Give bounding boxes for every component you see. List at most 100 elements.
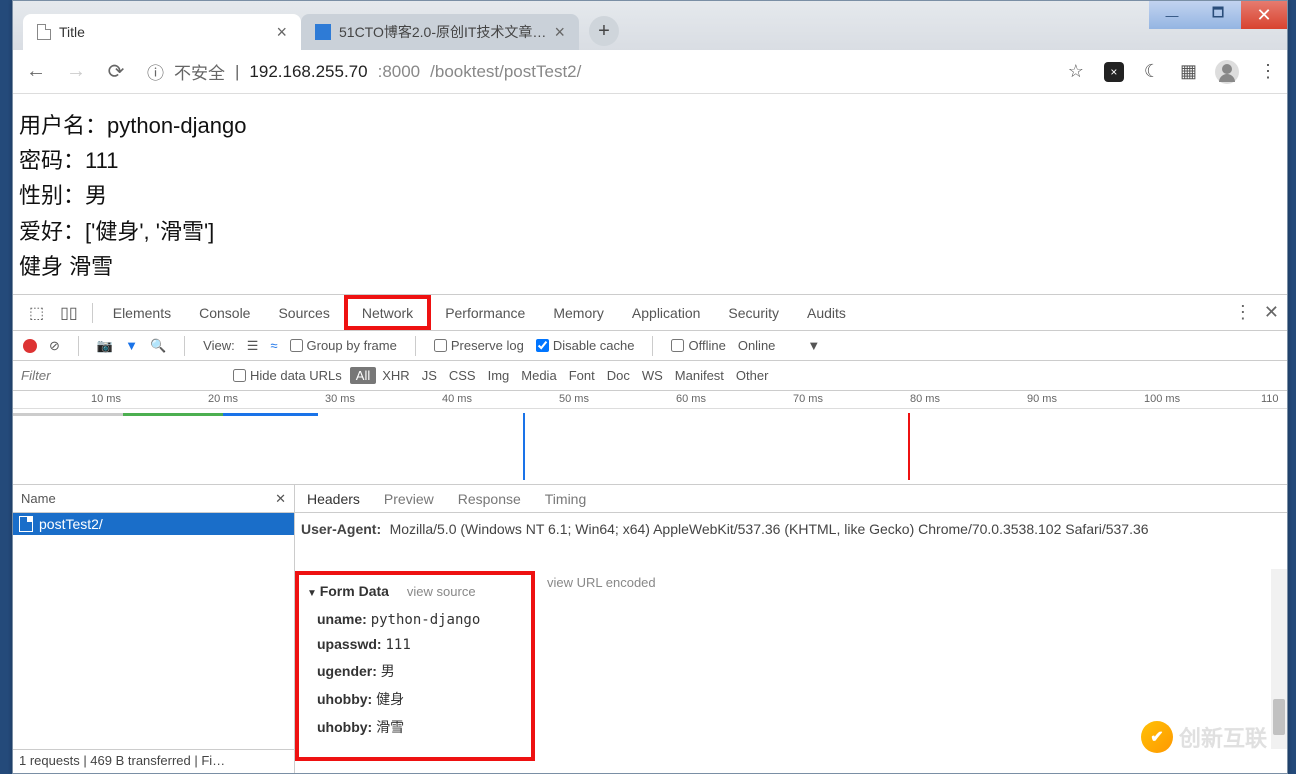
profile-icon[interactable] bbox=[1215, 60, 1239, 84]
tick: 80 ms bbox=[910, 393, 940, 405]
tab-console[interactable]: Console bbox=[185, 295, 264, 330]
tab-memory[interactable]: Memory bbox=[539, 295, 618, 330]
browser-tab-active[interactable]: Title × bbox=[23, 14, 301, 50]
offline-checkbox[interactable]: Offline bbox=[671, 338, 725, 353]
close-icon[interactable]: × bbox=[276, 22, 287, 43]
list-header: Name ✕ bbox=[13, 485, 294, 513]
extension-icon[interactable]: ☾ bbox=[1144, 61, 1160, 82]
inspect-icon[interactable]: ⬚ bbox=[21, 303, 52, 323]
filter-type-all[interactable]: All bbox=[350, 367, 376, 384]
view-source-link[interactable]: view source bbox=[407, 584, 476, 599]
tab-strip: Title × 51CTO博客2.0-原创IT技术文章… × + bbox=[13, 1, 619, 50]
tab-response[interactable]: Response bbox=[458, 491, 521, 507]
tab-title: Title bbox=[59, 24, 85, 40]
maximize-button[interactable]: 🗖 bbox=[1195, 1, 1241, 29]
view-label: View: bbox=[203, 338, 235, 353]
user-agent-row: User-Agent: Mozilla/5.0 (Windows NT 6.1;… bbox=[295, 513, 1287, 547]
network-split: Name ✕ postTest2/ 1 requests | 469 B tra… bbox=[13, 485, 1287, 773]
tab-performance[interactable]: Performance bbox=[431, 295, 539, 330]
tick: 40 ms bbox=[442, 393, 472, 405]
url-path: /booktest/postTest2/ bbox=[430, 62, 581, 82]
flow-view-icon[interactable]: ≈ bbox=[270, 338, 277, 353]
content-line: 密码：111 bbox=[19, 143, 1281, 178]
timeline[interactable] bbox=[13, 409, 1287, 485]
tab-elements[interactable]: Elements bbox=[99, 295, 185, 330]
hide-urls-checkbox[interactable]: Hide data URLs bbox=[233, 368, 342, 383]
record-button[interactable] bbox=[23, 339, 37, 353]
url-field[interactable]: ⓘ 不安全 | 192.168.255.70:8000/booktest/pos… bbox=[143, 59, 1054, 84]
group-checkbox[interactable]: Group by frame bbox=[290, 338, 397, 353]
detail-tabs: Headers Preview Response Timing bbox=[295, 485, 1287, 513]
tab-timing[interactable]: Timing bbox=[545, 491, 587, 507]
filter-input[interactable] bbox=[13, 361, 233, 390]
detail-body: User-Agent: Mozilla/5.0 (Windows NT 6.1;… bbox=[295, 513, 1287, 773]
bookmark-icon[interactable]: ☆ bbox=[1068, 61, 1084, 82]
back-button[interactable]: ← bbox=[23, 60, 49, 83]
url-port: :8000 bbox=[378, 62, 421, 82]
window-close-button[interactable]: ✕ bbox=[1241, 1, 1287, 29]
minimize-button[interactable]: — bbox=[1149, 1, 1195, 29]
camera-icon[interactable]: 📷 bbox=[97, 338, 113, 354]
chevron-down-icon[interactable]: ▼ bbox=[807, 338, 820, 353]
close-icon[interactable]: ✕ bbox=[275, 491, 286, 507]
tab-audits[interactable]: Audits bbox=[793, 295, 860, 330]
clear-icon[interactable]: ⊘ bbox=[49, 338, 60, 354]
content-line: 用户名：python-django bbox=[19, 108, 1281, 143]
extension-icon[interactable]: × bbox=[1104, 62, 1124, 82]
tab-network[interactable]: Network bbox=[344, 295, 431, 330]
tab-security[interactable]: Security bbox=[714, 295, 793, 330]
timeline-bar bbox=[223, 413, 318, 416]
filter-type[interactable]: CSS bbox=[449, 368, 476, 383]
filter-type[interactable]: WS bbox=[642, 368, 663, 383]
filter-type[interactable]: XHR bbox=[382, 368, 409, 383]
new-tab-button[interactable]: + bbox=[589, 16, 619, 46]
throttle-select[interactable]: Online bbox=[738, 338, 776, 353]
filter-type[interactable]: Font bbox=[569, 368, 595, 383]
close-icon[interactable]: × bbox=[554, 22, 565, 43]
security-label: 不安全 bbox=[174, 59, 225, 84]
form-data-row: ugender: 男 bbox=[307, 657, 523, 685]
menu-icon[interactable]: ⋮ bbox=[1259, 61, 1277, 82]
timeline-bar bbox=[123, 413, 223, 416]
browser-tab[interactable]: 51CTO博客2.0-原创IT技术文章… × bbox=[301, 14, 579, 50]
page-content: 用户名：python-django 密码：111 性别：男 爱好：['健身', … bbox=[13, 94, 1287, 298]
preserve-checkbox[interactable]: Preserve log bbox=[434, 338, 524, 353]
tab-sources[interactable]: Sources bbox=[264, 295, 343, 330]
filter-icon[interactable]: ▼ bbox=[125, 338, 138, 353]
request-detail: Headers Preview Response Timing User-Age… bbox=[295, 485, 1287, 773]
filter-type[interactable]: Media bbox=[521, 368, 556, 383]
tab-preview[interactable]: Preview bbox=[384, 491, 434, 507]
filter-type[interactable]: Doc bbox=[607, 368, 630, 383]
filter-type[interactable]: Img bbox=[488, 368, 510, 383]
filter-type[interactable]: JS bbox=[422, 368, 437, 383]
qr-icon[interactable]: ▦ bbox=[1180, 61, 1195, 82]
tab-title: 51CTO博客2.0-原创IT技术文章… bbox=[339, 22, 546, 42]
page-icon bbox=[37, 24, 51, 40]
filter-type[interactable]: Other bbox=[736, 368, 769, 383]
toolbar-icons: ☆ × ☾ ▦ ⋮ bbox=[1068, 60, 1277, 84]
content-line: 性别：男 bbox=[19, 178, 1281, 213]
watermark-icon: ✔ bbox=[1141, 721, 1173, 753]
site-icon bbox=[315, 24, 331, 40]
scrollbar[interactable] bbox=[1271, 569, 1287, 749]
tick: 90 ms bbox=[1027, 393, 1057, 405]
list-spacer bbox=[13, 535, 294, 749]
view-url-encoded-link[interactable]: view URL encoded bbox=[547, 575, 656, 590]
device-icon[interactable]: ▯▯ bbox=[52, 303, 86, 323]
search-icon[interactable]: 🔍 bbox=[150, 338, 166, 354]
filter-type[interactable]: Manifest bbox=[675, 368, 724, 383]
tab-application[interactable]: Application bbox=[618, 295, 715, 330]
tick: 100 ms bbox=[1144, 393, 1180, 405]
form-data-header[interactable]: Form Data view source bbox=[307, 583, 523, 599]
scroll-thumb[interactable] bbox=[1273, 699, 1285, 735]
reload-button[interactable]: ⟳ bbox=[103, 59, 129, 84]
tab-headers[interactable]: Headers bbox=[307, 491, 360, 507]
form-data-row: upasswd: 111 bbox=[307, 632, 523, 657]
close-icon[interactable]: ✕ bbox=[1264, 302, 1279, 323]
watermark-text: 创新互联 bbox=[1179, 721, 1267, 753]
request-row-selected[interactable]: postTest2/ bbox=[13, 513, 294, 535]
list-view-icon[interactable]: ☰ bbox=[247, 338, 259, 354]
forward-button[interactable]: → bbox=[63, 60, 89, 83]
kebab-icon[interactable]: ⋮ bbox=[1234, 302, 1252, 323]
disable-cache-checkbox[interactable]: Disable cache bbox=[536, 338, 635, 353]
